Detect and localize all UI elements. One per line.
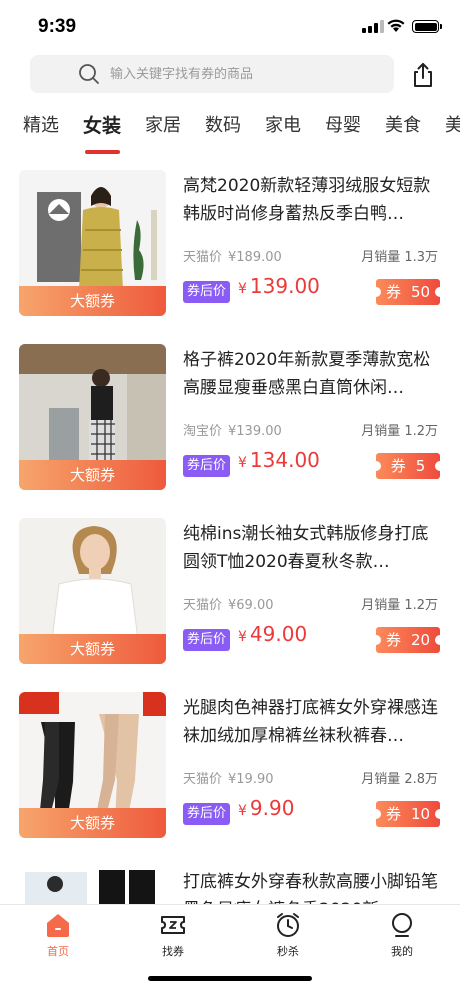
yen-symbol: ¥ <box>238 281 247 297</box>
product-card[interactable]: 打底裤女外穿春秋款高腰小脚铅笔黑色显瘦女裤冬季2020新… <box>0 862 460 904</box>
wifi-icon <box>387 19 405 32</box>
product-title[interactable]: 高梵2020新款轻薄羽绒服女短款韩版时尚修身蓄热反季白鸭… <box>183 172 445 228</box>
category-tabs: 精选 女装 家居 数码 家电 母婴 美食 美 <box>0 112 460 158</box>
nav-home-label: 首页 <box>47 945 69 958</box>
coupon-button[interactable]: 券 50 <box>371 279 445 305</box>
product-card[interactable]: 大额券 高梵2020新款轻薄羽绒服女短款韩版时尚修身蓄热反季白鸭… 天猫价 ¥18… <box>0 166 460 340</box>
product-image: 大额券 <box>19 344 166 490</box>
product-card[interactable]: 大额券 光腿肉色神器打底裤女外穿裸感连袜加绒加厚棉裤丝袜秋裤春… 天猫价 ¥19.… <box>0 688 460 862</box>
product-card[interactable]: 大额券 纯棉ins潮长袖女式韩版修身打底圆领T恤2020春夏秋冬款… 天猫价 ¥6… <box>0 514 460 688</box>
final-price: ¥139.00 <box>238 274 320 298</box>
nav-home[interactable]: 首页 <box>18 911 98 959</box>
status-time: 9:39 <box>38 16 77 37</box>
coupon-value: 5 <box>415 457 426 475</box>
final-price-value: 9.90 <box>249 796 295 820</box>
coupon-label: 券 <box>385 283 401 301</box>
coupon-button[interactable]: 券 10 <box>371 801 445 827</box>
after-coupon-badge: 券后价 <box>183 803 231 825</box>
nav-find-coupon[interactable]: 找券 <box>133 911 213 959</box>
coupon-label: 券 <box>390 457 406 475</box>
after-coupon-badge: 券后价 <box>183 281 231 303</box>
coupon-label: 券 <box>385 631 401 649</box>
coupon-button[interactable]: 券5 <box>371 453 445 479</box>
product-list: 大额券 高梵2020新款轻薄羽绒服女短款韩版时尚修身蓄热反季白鸭… 天猫价 ¥18… <box>0 162 460 904</box>
search-bar[interactable] <box>30 55 394 93</box>
product-title[interactable]: 纯棉ins潮长袖女式韩版修身打底圆领T恤2020春夏秋冬款… <box>183 520 445 576</box>
tab-jiadian[interactable]: 家电 <box>265 112 302 158</box>
tab-muying[interactable]: 母婴 <box>325 112 362 158</box>
platform-price: 天猫价 ¥189.00 <box>183 246 282 265</box>
final-price-value: 49.00 <box>249 622 308 646</box>
ticket-icon <box>161 916 185 934</box>
tab-mei-partial[interactable]: 美 <box>445 112 460 158</box>
tab-shuma[interactable]: 数码 <box>205 112 242 158</box>
big-coupon-strip: 大额券 <box>19 634 166 664</box>
after-coupon-badge: 券后价 <box>183 629 231 651</box>
final-price-value: 134.00 <box>249 448 320 472</box>
monthly-sales: 月销量 1.3万 <box>361 250 438 265</box>
home-icon <box>47 914 69 937</box>
platform-label: 天猫价 <box>183 250 223 265</box>
platform-label: 天猫价 <box>183 598 223 613</box>
big-coupon-strip: 大额券 <box>19 460 166 490</box>
coupon-value: 50 <box>410 283 431 301</box>
alarm-clock-icon <box>277 913 299 937</box>
tab-jiaju[interactable]: 家居 <box>145 112 182 158</box>
user-icon <box>392 913 412 937</box>
platform-label: 淘宝价 <box>183 424 223 439</box>
yen-symbol: ¥ <box>238 629 247 645</box>
product-title[interactable]: 格子裤2020年新款夏季薄款宽松高腰显瘦垂感黑白直筒休闲… <box>183 346 445 402</box>
big-coupon-strip: 大额券 <box>19 286 166 316</box>
coupon-button[interactable]: 券 20 <box>371 627 445 653</box>
status-bar: 9:39 <box>0 0 460 52</box>
final-price-value: 139.00 <box>249 274 320 298</box>
bottom-nav: 首页 找券 秒杀 我的 <box>0 904 460 996</box>
nav-mine-label: 我的 <box>391 945 413 958</box>
battery-icon <box>412 20 442 33</box>
product-card[interactable]: 大额券 格子裤2020年新款夏季薄款宽松高腰显瘦垂感黑白直筒休闲… 淘宝价 ¥13… <box>0 340 460 514</box>
final-price: ¥134.00 <box>238 448 320 472</box>
product-image: 大额券 <box>19 170 166 316</box>
product-title[interactable]: 光腿肉色神器打底裤女外穿裸感连袜加绒加厚棉裤丝袜秋裤春… <box>183 694 445 750</box>
product-image <box>19 866 166 904</box>
yen-symbol: ¥ <box>238 455 247 471</box>
monthly-sales: 月销量 1.2万 <box>361 598 438 613</box>
nav-flash-sale-label: 秒杀 <box>277 945 299 958</box>
tab-nvzhuang[interactable]: 女装 <box>83 112 122 158</box>
product-image: 大额券 <box>19 692 166 838</box>
nav-mine[interactable]: 我的 <box>362 911 442 959</box>
coupon-value: 10 <box>410 805 431 823</box>
final-price: ¥9.90 <box>238 796 294 820</box>
big-coupon-strip: 大额券 <box>19 808 166 838</box>
monthly-sales: 月销量 1.2万 <box>361 424 438 439</box>
final-price: ¥49.00 <box>238 622 307 646</box>
product-image: 大额券 <box>19 518 166 664</box>
platform-price: 天猫价 ¥69.00 <box>183 594 274 613</box>
product-title[interactable]: 打底裤女外穿春秋款高腰小脚铅笔黑色显瘦女裤冬季2020新… <box>183 868 445 904</box>
after-coupon-badge: 券后价 <box>183 455 231 477</box>
original-price: ¥139.00 <box>228 424 282 439</box>
nav-find-coupon-label: 找券 <box>162 945 184 958</box>
platform-label: 天猫价 <box>183 772 223 787</box>
yen-symbol: ¥ <box>238 803 247 819</box>
tab-meishi[interactable]: 美食 <box>385 112 422 158</box>
product-photo-black-pants <box>19 866 166 904</box>
home-indicator <box>148 976 312 981</box>
original-price: ¥19.90 <box>228 772 274 787</box>
platform-price: 天猫价 ¥19.90 <box>183 768 274 787</box>
nav-flash-sale[interactable]: 秒杀 <box>248 911 328 959</box>
original-price: ¥189.00 <box>228 250 282 265</box>
monthly-sales: 月销量 2.8万 <box>361 772 438 787</box>
tab-jingxuan[interactable]: 精选 <box>23 112 60 158</box>
original-price: ¥69.00 <box>228 598 274 613</box>
share-icon[interactable] <box>410 62 436 88</box>
coupon-label: 券 <box>385 805 401 823</box>
search-icon <box>79 64 99 84</box>
search-input[interactable] <box>110 66 370 82</box>
signal-icon <box>362 20 384 33</box>
platform-price: 淘宝价 ¥139.00 <box>183 420 282 439</box>
coupon-value: 20 <box>410 631 431 649</box>
